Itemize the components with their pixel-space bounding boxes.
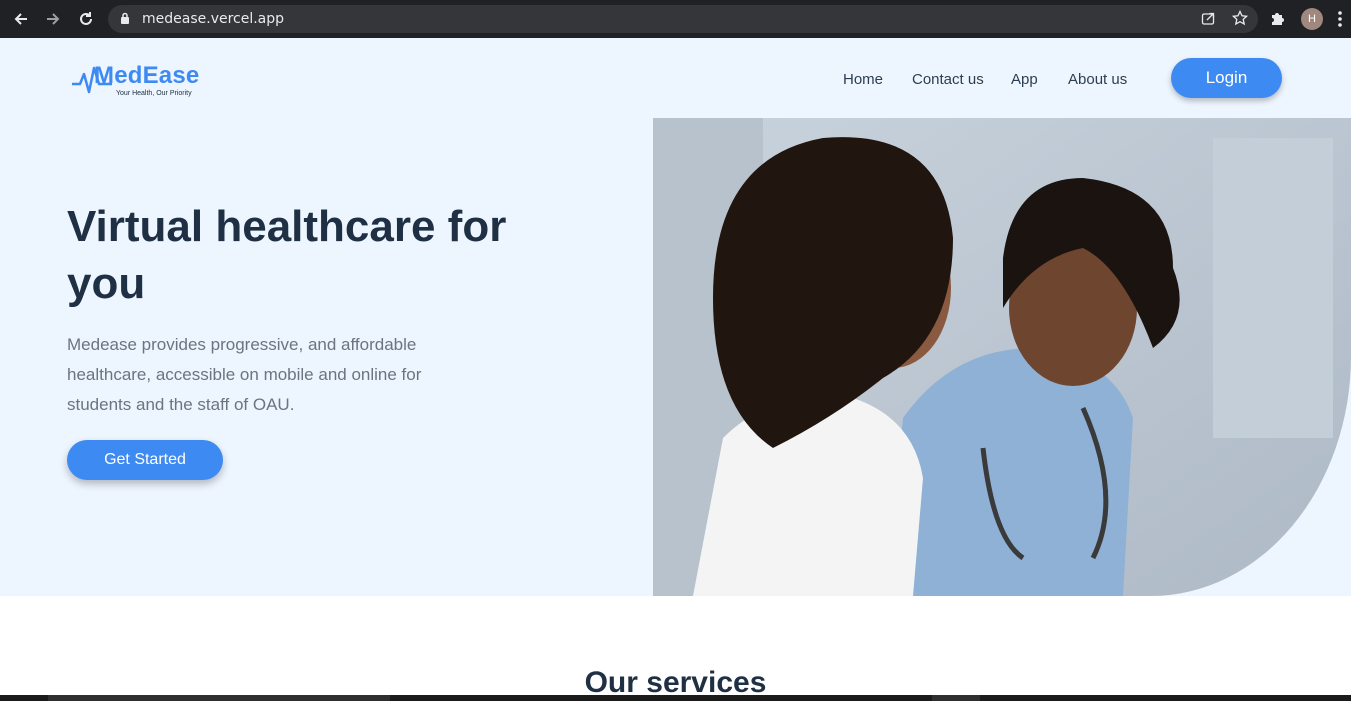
lock-icon[interactable] — [120, 12, 130, 30]
forward-arrow-icon[interactable] — [42, 8, 64, 30]
nav-contact-us[interactable]: Contact us — [912, 71, 984, 88]
hero-description: Medease provides progressive, and afford… — [67, 335, 422, 414]
nav-about-us[interactable]: About us — [1068, 71, 1127, 88]
browser-toolbar: medease.vercel.app H — [0, 0, 1351, 38]
logo[interactable]: MedEase Your Health, Our Priority — [72, 60, 202, 102]
hero-title: Virtual healthcare for you — [67, 202, 507, 308]
reload-icon[interactable] — [75, 8, 97, 30]
profile-avatar[interactable]: H — [1301, 8, 1323, 30]
page: MedEase Your Health, Our Priority Home C… — [0, 38, 1351, 701]
nav-home[interactable]: Home — [843, 71, 883, 88]
logo-tagline: Your Health, Our Priority — [116, 90, 192, 97]
taskbar-item[interactable] — [48, 695, 390, 701]
get-started-button[interactable]: Get Started — [67, 440, 223, 480]
address-bar[interactable]: medease.vercel.app — [108, 5, 1258, 33]
nav-app[interactable]: App — [1011, 71, 1038, 88]
url-text[interactable]: medease.vercel.app — [142, 11, 284, 27]
taskbar — [0, 695, 1351, 701]
share-icon[interactable] — [1201, 11, 1216, 31]
hero-image — [653, 118, 1351, 596]
logo-wordmark: MedEase — [94, 62, 200, 89]
login-button[interactable]: Login — [1171, 58, 1282, 98]
extensions-icon[interactable] — [1269, 9, 1287, 32]
taskbar-item[interactable] — [932, 695, 980, 701]
more-vert-icon[interactable] — [1337, 10, 1343, 33]
back-arrow-icon[interactable] — [10, 8, 32, 30]
star-icon[interactable] — [1231, 9, 1249, 31]
